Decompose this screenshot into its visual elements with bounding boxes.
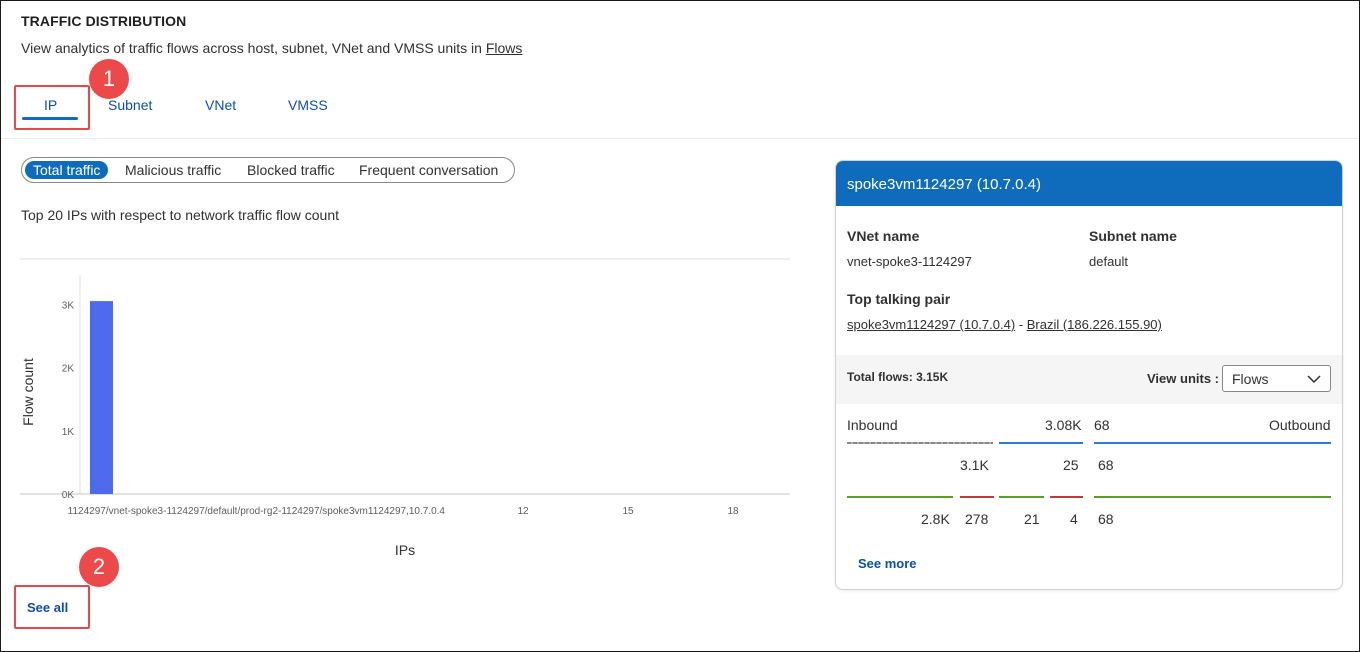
inbound-label: Inbound xyxy=(847,417,898,433)
tab-vnet[interactable]: VNet xyxy=(205,97,236,113)
see-more-link[interactable]: See more xyxy=(858,556,917,571)
denied-bar-2 xyxy=(1050,496,1083,498)
top-talking-pair-label: Top talking pair xyxy=(847,291,951,307)
inbound-bar xyxy=(847,442,993,444)
view-units-label: View units : xyxy=(1147,371,1219,386)
pair-destination-link[interactable]: Brazil (186.226.155.90) xyxy=(1027,317,1162,332)
x-tick-label: 15 xyxy=(622,506,634,517)
outbound-blue-bar xyxy=(1094,442,1331,444)
y-tick-label: 3K xyxy=(62,300,75,311)
total-flows: Total flows: 3.15K xyxy=(847,370,949,384)
detail-card-title: spoke3vm1124297 (10.7.0.4) xyxy=(847,176,1042,193)
outbound-total: 68 xyxy=(1094,417,1110,433)
x-axis-label: IPs xyxy=(395,542,415,558)
allowed-bar-2 xyxy=(999,496,1044,498)
flow-value-a: 3.1K xyxy=(960,457,989,473)
flow-value-g: 4 xyxy=(1070,511,1078,527)
x-tick-label: 18 xyxy=(727,506,739,517)
filter-blocked-traffic[interactable]: Blocked traffic xyxy=(247,161,335,179)
tab-subnet[interactable]: Subnet xyxy=(108,97,152,113)
flow-value-f: 21 xyxy=(1024,511,1040,527)
flows-link[interactable]: Flows xyxy=(486,40,523,56)
y-tick-label: 1K xyxy=(62,427,75,438)
x-tick-label: 1124297/vnet-spoke3-1124297/default/prod… xyxy=(68,506,446,517)
bar xyxy=(90,301,113,494)
annotation-box-1 xyxy=(14,85,90,130)
annotation-marker-1: 1 xyxy=(89,59,129,99)
annotation-marker-2: 2 xyxy=(79,547,119,587)
subtitle-text: View analytics of traffic flows across h… xyxy=(21,40,486,56)
outbound-label: Outbound xyxy=(1269,417,1331,433)
flow-value-c: 68 xyxy=(1098,457,1114,473)
y-tick-label: 0K xyxy=(62,490,75,501)
flow-value-e: 278 xyxy=(965,511,989,527)
view-units-select[interactable]: Flows xyxy=(1222,365,1331,392)
tabs-divider xyxy=(1,138,1358,139)
y-tick-label: 2K xyxy=(62,364,75,375)
flow-value-d: 2.8K xyxy=(921,511,950,527)
vnet-name-label: VNet name xyxy=(847,228,920,244)
outbound-allowed-bar xyxy=(1094,496,1331,498)
filter-malicious-traffic[interactable]: Malicious traffic xyxy=(125,161,221,179)
section-title: TRAFFIC DISTRIBUTION xyxy=(21,13,187,29)
inbound-total: 3.08K xyxy=(1045,417,1082,433)
subnet-name-value: default xyxy=(1089,254,1129,269)
filter-total-traffic[interactable]: Total traffic xyxy=(25,161,109,179)
flow-count-bar-chart: 0K 1K 2K 3K 1124297/vnet-spoke3-1124297/defa… xyxy=(20,258,790,558)
flow-value-b: 25 xyxy=(1063,457,1079,473)
allowed-bar xyxy=(847,496,953,498)
denied-bar xyxy=(960,496,994,498)
chart-caption: Top 20 IPs with respect to network traff… xyxy=(21,207,340,223)
section-subtitle: View analytics of traffic flows across h… xyxy=(21,40,522,56)
top-talking-pair: spoke3vm1124297 (10.7.0.4) - Brazil (186… xyxy=(847,317,1162,332)
x-tick-label: 12 xyxy=(517,506,529,517)
chevron-down-icon xyxy=(1307,375,1321,384)
ip-detail-card: spoke3vm1124297 (10.7.0.4) VNet name vne… xyxy=(835,160,1343,590)
inbound-blue-bar xyxy=(999,442,1083,444)
pair-separator: - xyxy=(1015,317,1027,332)
filter-frequent-conversation[interactable]: Frequent conversation xyxy=(359,161,498,179)
flow-value-h: 68 xyxy=(1098,511,1114,527)
see-all-link[interactable]: See all xyxy=(27,600,68,615)
detail-card-header: spoke3vm1124297 (10.7.0.4) xyxy=(836,161,1342,206)
vnet-name-value: vnet-spoke3-1124297 xyxy=(847,254,972,269)
pair-source-link[interactable]: spoke3vm1124297 (10.7.0.4) xyxy=(847,317,1015,332)
tab-vmss[interactable]: VMSS xyxy=(288,97,328,113)
y-axis-label: Flow count xyxy=(20,358,36,426)
subnet-name-label: Subnet name xyxy=(1089,228,1177,244)
view-units-selected: Flows xyxy=(1232,371,1269,387)
